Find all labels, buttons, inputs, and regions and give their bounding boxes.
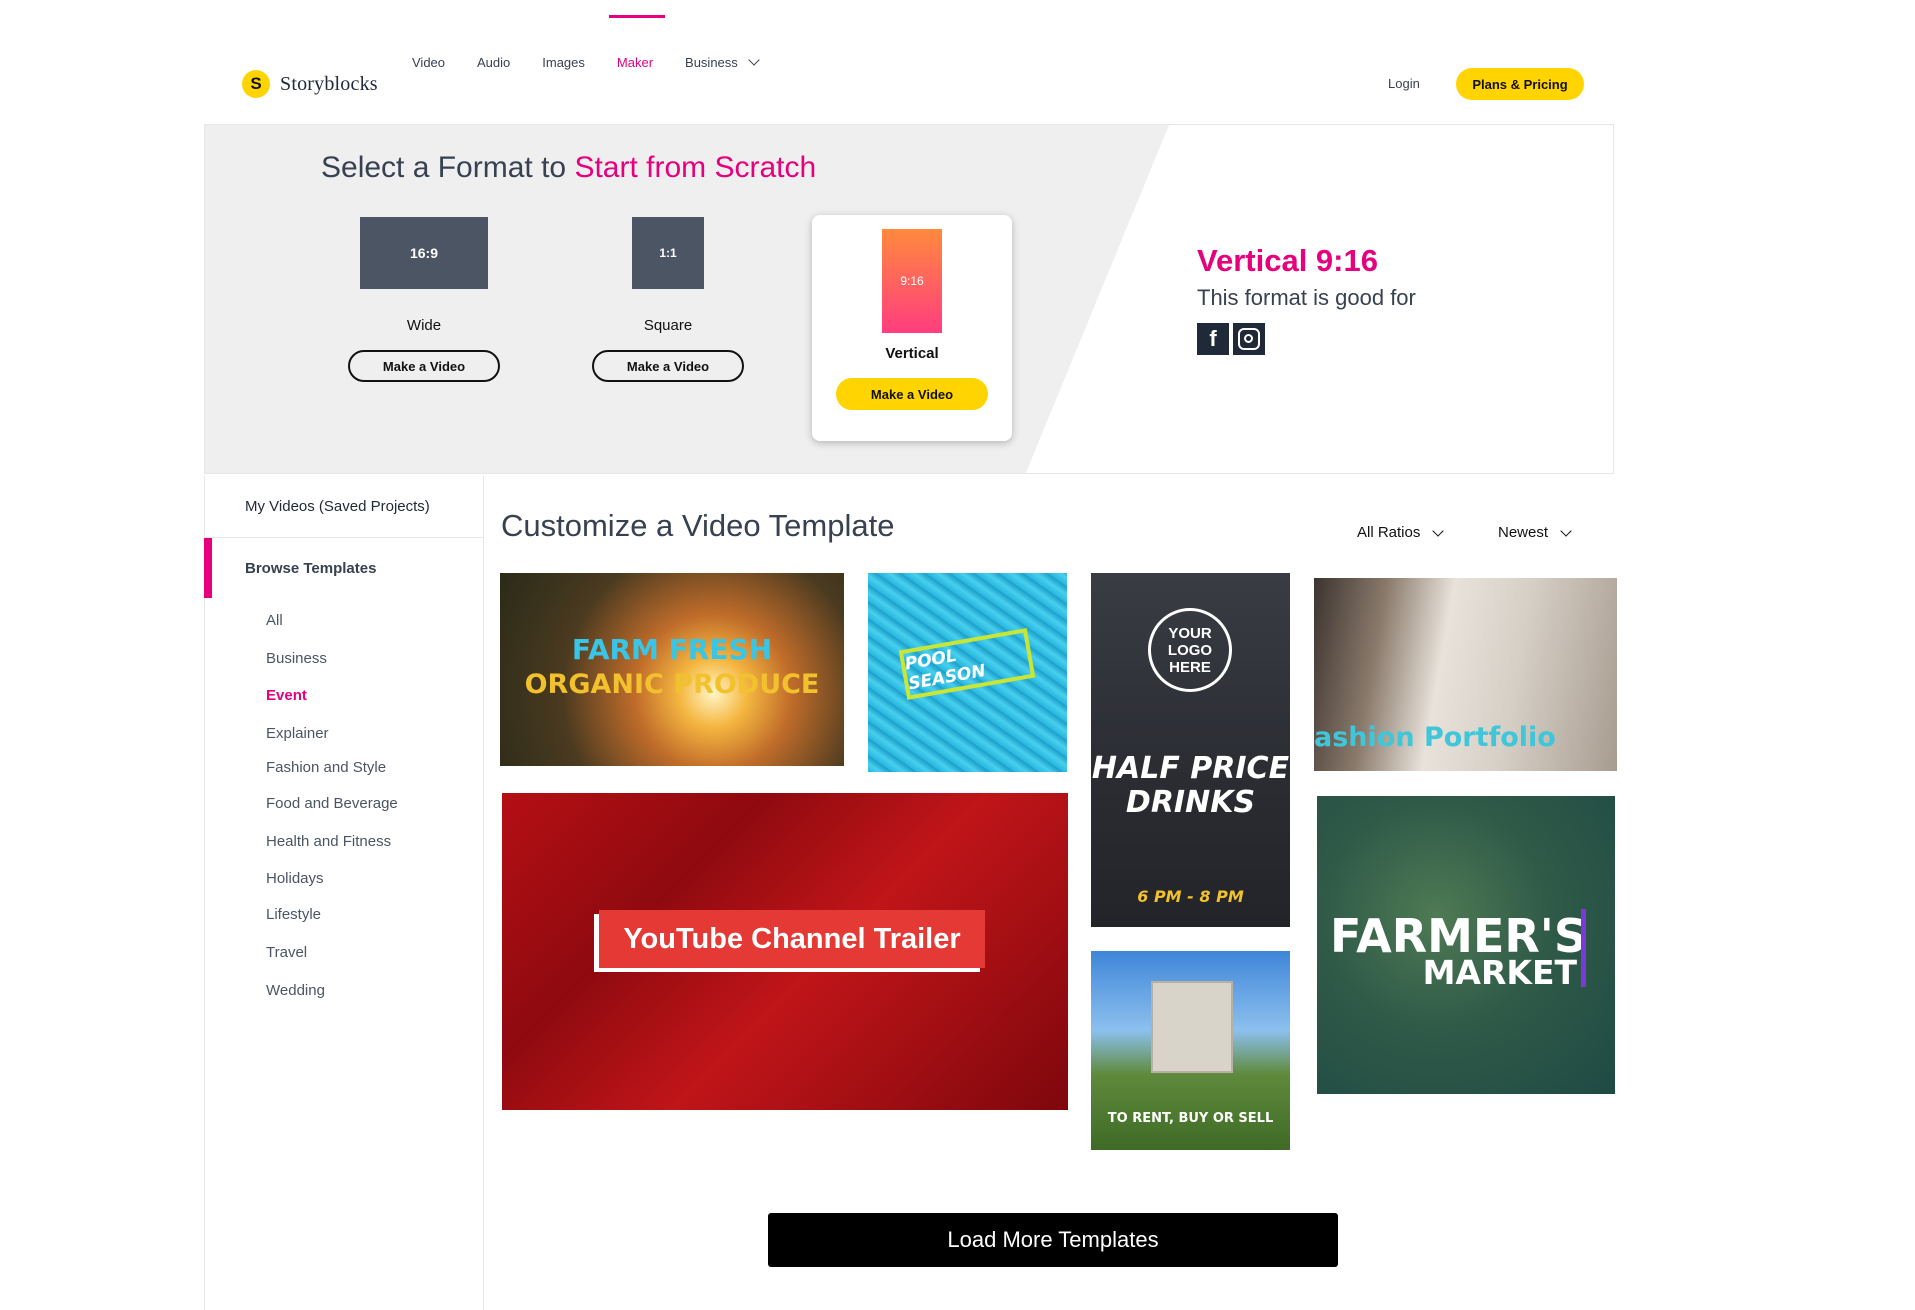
nav-audio[interactable]: Audio xyxy=(477,55,510,70)
chevron-down-icon xyxy=(1560,524,1572,537)
category-business[interactable]: Business xyxy=(266,650,327,667)
page: S Storyblocks Video Audio Images Maker B… xyxy=(0,0,1915,1310)
category-travel[interactable]: Travel xyxy=(266,944,307,961)
logo-text: Storyblocks xyxy=(280,72,378,95)
sidebar: My Videos (Saved Projects) Browse Templa… xyxy=(204,476,484,1310)
category-lifestyle[interactable]: Lifestyle xyxy=(266,906,321,923)
house-shape xyxy=(1151,981,1233,1073)
chevron-down-icon xyxy=(748,54,760,66)
ratio-box-vertical: 9:16 xyxy=(882,229,942,333)
make-video-wide-button[interactable]: Make a Video xyxy=(348,350,500,382)
facebook-icon: f xyxy=(1197,323,1229,355)
category-event[interactable]: Event xyxy=(266,687,307,704)
ratio-box-wide: 16:9 xyxy=(360,217,488,289)
template-farm-fresh[interactable]: FARM FRESH ORGANIC PRODUCE xyxy=(500,573,844,766)
format-square[interactable]: 1:1 Square Make a Video xyxy=(568,217,768,407)
main-title: Customize a Video Template xyxy=(501,508,895,543)
format-wide[interactable]: 16:9 Wide Make a Video xyxy=(324,217,524,407)
sort-label: Newest xyxy=(1498,524,1549,541)
storyblocks-logo[interactable]: S Storyblocks xyxy=(242,70,378,98)
category-food[interactable]: Food and Beverage xyxy=(266,795,398,812)
format-label-square: Square xyxy=(643,317,693,334)
logo-mark-icon: S xyxy=(242,70,270,98)
ratio-filter-label: All Ratios xyxy=(1357,524,1421,541)
plans-pricing-button[interactable]: Plans & Pricing xyxy=(1456,68,1584,100)
template-market-line2: MARKET xyxy=(1422,953,1577,992)
browse-templates-link[interactable]: Browse Templates xyxy=(204,538,483,598)
nav-video[interactable]: Video xyxy=(412,55,445,70)
template-drinks-line1: HALF PRICE xyxy=(1091,751,1290,786)
load-more-button[interactable]: Load More Templates xyxy=(768,1213,1338,1267)
nav-images[interactable]: Images xyxy=(542,55,585,70)
category-explainer[interactable]: Explainer xyxy=(266,725,329,742)
top-nav: S Storyblocks Video Audio Images Maker B… xyxy=(204,0,1614,124)
format-label-vertical: Vertical xyxy=(885,345,939,362)
template-farmers-market[interactable]: FARMER'S MARKET xyxy=(1317,796,1615,1094)
instagram-icon xyxy=(1233,323,1265,355)
template-fashion-text: ashion Portfolio xyxy=(1314,722,1556,753)
format-selector: Select a Format to Start from Scratch 16… xyxy=(204,124,1614,474)
format-info-title: Vertical 9:16 xyxy=(1197,243,1378,278)
template-farm-line1: FARM FRESH xyxy=(571,633,773,666)
pool-season-frame: POOL SEASON xyxy=(898,628,1036,700)
make-video-vertical-button[interactable]: Make a Video xyxy=(836,378,988,410)
template-half-price-drinks[interactable]: YOUR LOGO HERE HALF PRICE DRINKS 6 PM - … xyxy=(1091,573,1290,927)
template-real-estate[interactable]: TO RENT, BUY OR SELL xyxy=(1091,951,1290,1150)
login-link[interactable]: Login xyxy=(1388,76,1420,91)
template-pool-text: POOL SEASON xyxy=(903,645,988,695)
format-vertical[interactable]: 9:16 Vertical Make a Video xyxy=(812,215,1012,441)
template-drinks-logo: YOUR LOGO HERE xyxy=(1148,608,1232,692)
template-farm-line2: ORGANIC PRODUCE xyxy=(524,669,820,700)
make-video-square-button[interactable]: Make a Video xyxy=(592,350,744,382)
category-holidays[interactable]: Holidays xyxy=(266,870,324,887)
market-accent-bar xyxy=(1581,909,1586,987)
sort-dropdown[interactable]: Newest xyxy=(1498,524,1572,541)
template-drinks-time: 6 PM - 8 PM xyxy=(1137,887,1244,906)
category-fashion[interactable]: Fashion and Style xyxy=(266,759,386,776)
hero-title-prefix: Select a Format to xyxy=(321,151,567,184)
ratio-filter-dropdown[interactable]: All Ratios xyxy=(1357,524,1445,541)
format-label-wide: Wide xyxy=(406,317,442,334)
template-youtube-text: YouTube Channel Trailer xyxy=(599,910,985,968)
template-fashion-portfolio[interactable]: ashion Portfolio xyxy=(1314,578,1617,771)
format-info-subtitle: This format is good for xyxy=(1197,285,1416,310)
hero-title-accent: Start from Scratch xyxy=(574,151,817,184)
my-videos-link[interactable]: My Videos (Saved Projects) xyxy=(205,476,483,538)
template-pool-season[interactable]: POOL SEASON xyxy=(868,573,1067,772)
category-all[interactable]: All xyxy=(266,612,283,629)
main-nav: Video Audio Images Maker Business xyxy=(412,0,790,124)
nav-business-label: Business xyxy=(685,54,738,70)
template-house-text: TO RENT, BUY OR SELL xyxy=(1107,1111,1274,1126)
social-icons: f xyxy=(1197,323,1416,355)
chevron-down-icon xyxy=(1432,524,1445,537)
category-health[interactable]: Health and Fitness xyxy=(266,833,391,850)
category-wedding[interactable]: Wedding xyxy=(266,982,325,999)
nav-business[interactable]: Business xyxy=(685,54,760,70)
ratio-box-square: 1:1 xyxy=(632,217,704,289)
template-drinks-line2: DRINKS xyxy=(1125,785,1256,820)
nav-maker[interactable]: Maker xyxy=(608,14,666,70)
hero-title: Select a Format to Start from Scratch xyxy=(321,151,816,185)
template-youtube-trailer[interactable]: YouTube Channel Trailer xyxy=(502,793,1068,1110)
format-info: Vertical 9:16 This format is good for f xyxy=(1197,243,1416,355)
